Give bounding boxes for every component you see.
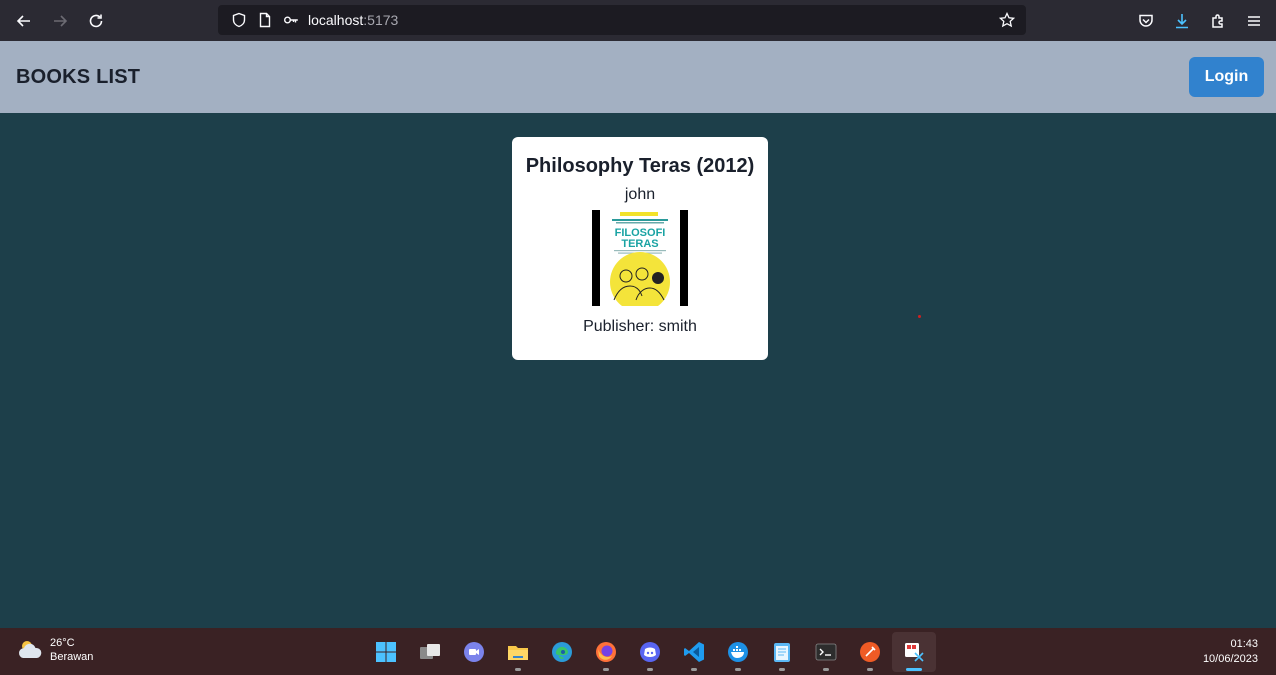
clock-date: 10/06/2023 xyxy=(1202,653,1258,665)
notepad-icon[interactable] xyxy=(760,632,804,672)
bookmark-star-icon[interactable] xyxy=(994,5,1020,35)
edge-browser-icon[interactable] xyxy=(540,632,584,672)
cover-illustration: FILOSOFI TERAS xyxy=(600,210,680,306)
login-button[interactable]: Login xyxy=(1189,57,1264,97)
snipping-tool-icon[interactable] xyxy=(892,632,936,672)
pocket-icon[interactable] xyxy=(1128,3,1164,39)
vscode-icon[interactable] xyxy=(672,632,716,672)
page-icon[interactable] xyxy=(252,5,278,35)
docker-icon[interactable] xyxy=(716,632,760,672)
forward-icon[interactable] xyxy=(42,3,78,39)
app-header: BOOKS LIST Login xyxy=(0,41,1276,113)
shield-icon[interactable] xyxy=(226,5,252,35)
address-bar[interactable]: localhost:5173 xyxy=(218,5,1026,35)
terminal-icon[interactable] xyxy=(804,632,848,672)
browser-toolbar: localhost:5173 xyxy=(0,0,1276,41)
book-cover-image: FILOSOFI TERAS xyxy=(592,210,688,306)
main-content: Philosophy Teras (2012) john FILOSOFI TE… xyxy=(0,113,1276,628)
postman-icon[interactable] xyxy=(848,632,892,672)
weather-desc: Berawan xyxy=(50,651,94,663)
discord-icon[interactable] xyxy=(628,632,672,672)
system-clock[interactable]: 01:43 10/06/2023 xyxy=(1203,637,1258,667)
downloads-icon[interactable] xyxy=(1164,3,1200,39)
cloudy-weather-icon xyxy=(18,641,42,658)
weather-temp: 26°C xyxy=(50,637,75,649)
reload-icon[interactable] xyxy=(78,3,114,39)
task-view-icon[interactable] xyxy=(408,632,452,672)
taskbar-apps xyxy=(364,632,936,672)
teams-chat-icon[interactable] xyxy=(452,632,496,672)
stray-dot xyxy=(918,315,921,318)
taskbar: 26°C Berawan 01:43 10/06/2023 xyxy=(0,628,1276,675)
cover-title-line2: TERAS xyxy=(621,238,658,250)
menu-icon[interactable] xyxy=(1236,3,1272,39)
windows-start-icon[interactable] xyxy=(364,632,408,672)
back-icon[interactable] xyxy=(6,3,42,39)
key-icon[interactable] xyxy=(278,5,304,35)
extensions-icon[interactable] xyxy=(1200,3,1236,39)
book-author: john xyxy=(624,186,656,203)
clock-time: 01:43 xyxy=(1230,638,1258,650)
page-title: BOOKS LIST xyxy=(16,65,141,88)
book-card[interactable]: Philosophy Teras (2012) john FILOSOFI TE… xyxy=(512,137,768,360)
book-publisher: Publisher: smith xyxy=(583,318,697,335)
url-text: localhost:5173 xyxy=(308,12,399,28)
firefox-icon[interactable] xyxy=(584,632,628,672)
file-explorer-icon[interactable] xyxy=(496,632,540,672)
book-title: Philosophy Teras (2012) xyxy=(525,155,755,177)
weather-widget[interactable]: 26°C Berawan xyxy=(16,636,93,664)
